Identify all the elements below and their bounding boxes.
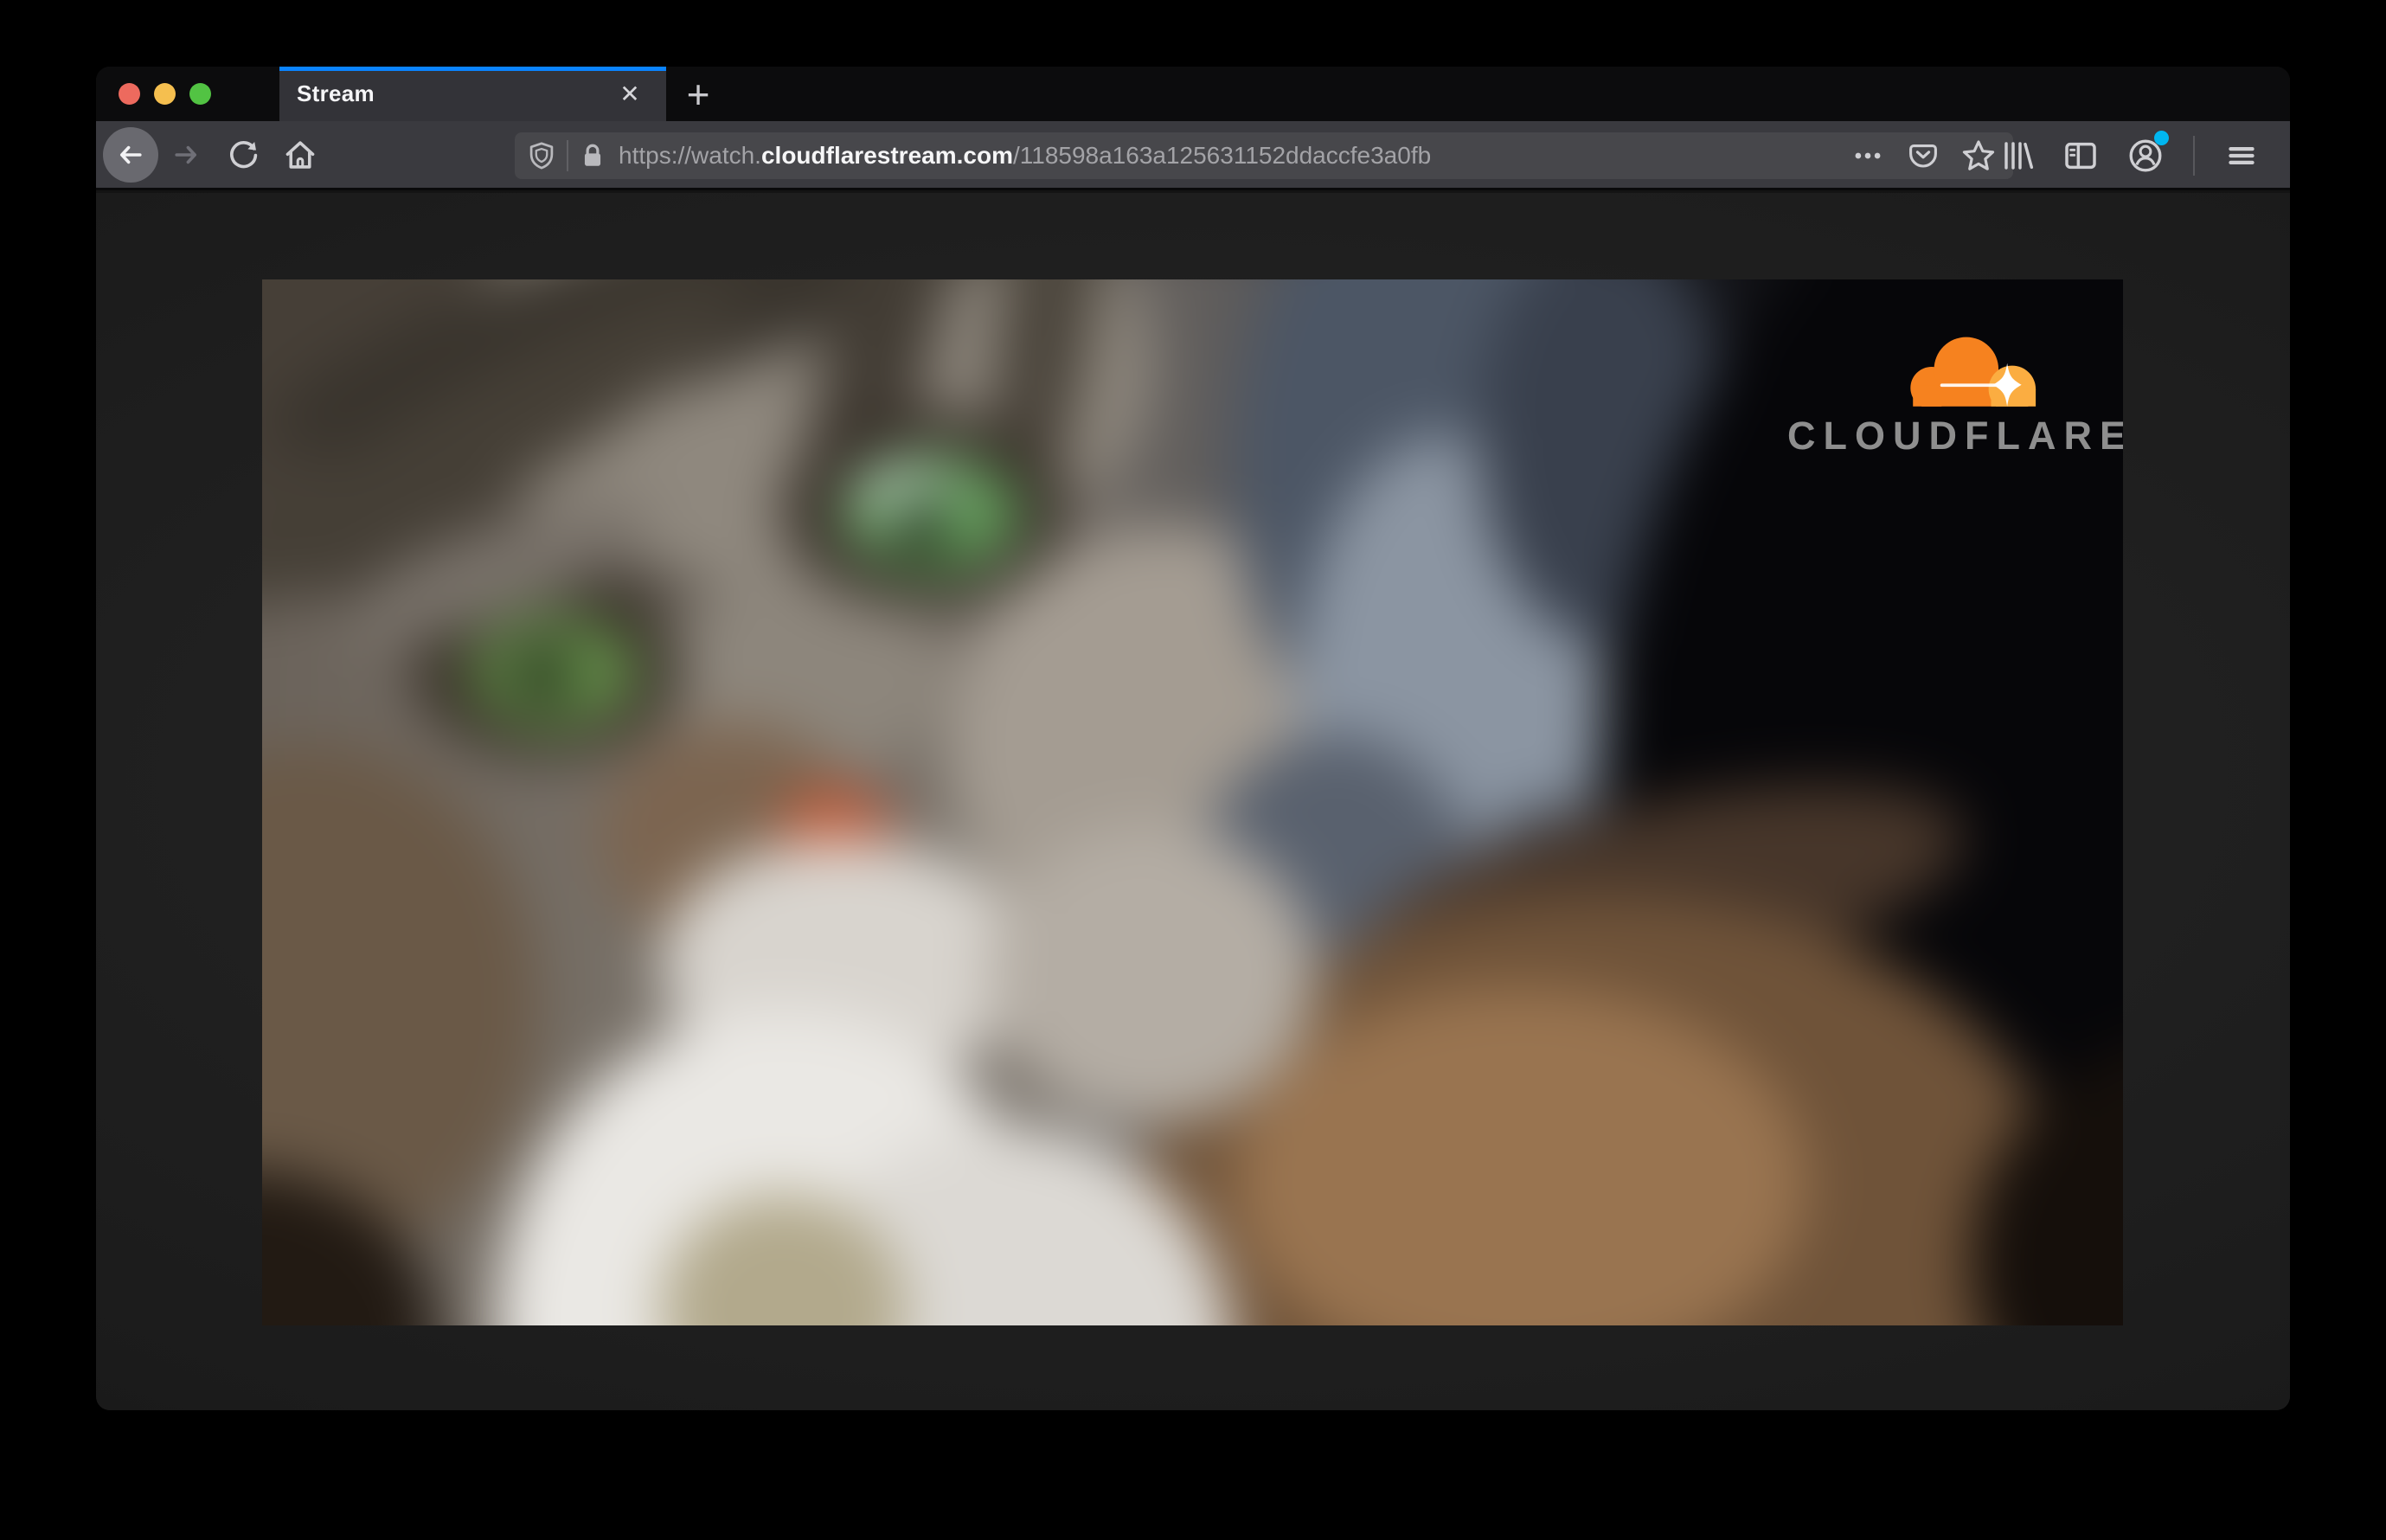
- url-display[interactable]: https://watch.cloudflarestream.com/11859…: [619, 142, 1850, 170]
- forward-button[interactable]: [170, 139, 202, 170]
- pocket-save-icon[interactable]: [1908, 140, 1939, 171]
- cloudflare-wordmark: CLOUDFLARE': [1787, 413, 2123, 458]
- cat-nose-highlight: [795, 798, 857, 837]
- lock-icon[interactable]: [579, 142, 606, 170]
- cat-jaw: [987, 825, 1316, 1125]
- cloudflare-cloud-icon: [1910, 337, 2036, 407]
- tab-bar: Stream ✕ +: [96, 67, 2290, 121]
- page-content: CLOUDFLARE': [96, 193, 2290, 1410]
- sidebar-toggle-icon[interactable]: [2063, 138, 2098, 173]
- back-button[interactable]: [103, 126, 158, 183]
- account-notification-dot: [2154, 131, 2169, 145]
- reload-icon: [230, 140, 258, 168]
- tab-close-icon[interactable]: ✕: [611, 75, 649, 113]
- zoom-window-button[interactable]: [189, 83, 211, 105]
- library-icon[interactable]: [1999, 138, 2034, 173]
- tab-stream[interactable]: Stream ✕: [279, 67, 666, 121]
- reload-button[interactable]: [228, 139, 259, 170]
- forward-arrow-icon: [175, 145, 196, 164]
- bookmark-star-icon[interactable]: [1961, 138, 1996, 173]
- url-bar[interactable]: https://watch.cloudflarestream.com/11859…: [515, 132, 2013, 179]
- account-button[interactable]: [2127, 131, 2169, 174]
- home-button[interactable]: [284, 138, 317, 171]
- page-actions: [1850, 138, 2001, 173]
- home-icon: [285, 140, 315, 169]
- toolbar-right-icons: [1999, 121, 2290, 190]
- video-player[interactable]: CLOUDFLARE': [262, 279, 2123, 1325]
- cloudflare-watermark: CLOUDFLARE': [1787, 330, 2123, 459]
- url-domain: cloudflarestream.com: [760, 142, 1013, 169]
- window-controls: [96, 67, 279, 121]
- browser-window: Stream ✕ + https://watch.cloudflarestrea…: [96, 67, 2290, 1410]
- page-actions-ellipsis-icon[interactable]: [1850, 141, 1885, 170]
- urlbar-divider: [567, 140, 568, 171]
- new-tab-button[interactable]: +: [677, 72, 719, 117]
- tab-title: Stream: [297, 80, 375, 106]
- back-arrow-icon: [120, 145, 142, 164]
- url-prefix: https://watch.: [619, 142, 761, 169]
- navigation-toolbar: https://watch.cloudflarestream.com/11859…: [96, 121, 2290, 190]
- close-window-button[interactable]: [119, 83, 140, 105]
- minimize-window-button[interactable]: [154, 83, 176, 105]
- toolbar-divider: [2193, 136, 2195, 176]
- url-path: /118598a163a125631152ddaccfe3a0fb: [1012, 142, 1432, 169]
- hamburger-menu-icon[interactable]: [2224, 138, 2259, 173]
- tracking-protection-shield-icon[interactable]: [527, 141, 556, 170]
